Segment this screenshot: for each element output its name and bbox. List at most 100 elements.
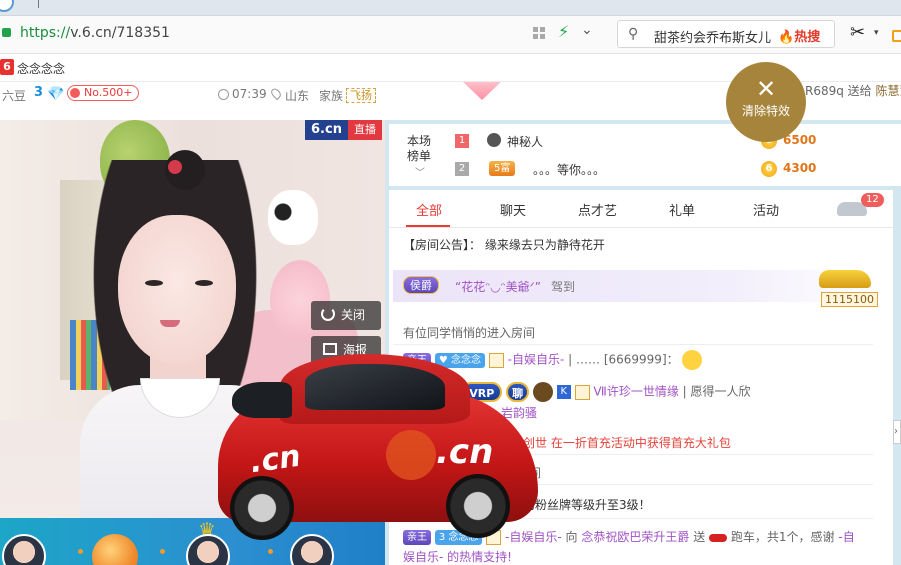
clear-effects-button[interactable]: ✕ 清除特效 [726, 62, 806, 142]
message-thanks[interactable]: -自 [838, 530, 854, 544]
left-eye [145, 280, 163, 286]
rank-badge[interactable]: No.500+ [67, 85, 140, 101]
message-text: | 愿得一人欣 [682, 384, 751, 399]
chat-tabs: 全部 聊天 点才艺 礼单 活动 12 [389, 190, 893, 228]
tab-gift-list[interactable]: 礼单 [669, 200, 695, 219]
power-icon [321, 307, 335, 321]
k-badge: K [556, 385, 571, 399]
message-text: | …… [6669999]： [568, 352, 679, 367]
sports-car-gift-animation: .cn .cn [210, 346, 540, 546]
dot [160, 549, 165, 554]
apps-grid-icon[interactable] [533, 27, 545, 39]
message-send: 送 [693, 530, 706, 544]
emoji-icon [682, 350, 703, 370]
scissors-caret-icon[interactable]: ▾ [874, 28, 879, 38]
rank-value: 4300 [783, 161, 817, 175]
plush-cow [268, 190, 318, 245]
user-level-icon [574, 384, 590, 400]
fan-badge-orb[interactable] [92, 534, 138, 565]
divider [393, 344, 873, 345]
marquis-badge: 侯爵 [403, 276, 439, 294]
watermark-logo: 6.cn [305, 120, 348, 140]
car-brand-logo-icon [386, 430, 436, 480]
gift-notice: R689q 送给 陈慧慧 [805, 82, 901, 99]
rank-user-name: 神秘人 [507, 135, 544, 149]
lock-icon[interactable] [2, 28, 11, 37]
arrival-user[interactable]: “花花ᵔ◡ᵔ美爺ᐟ” [455, 278, 541, 295]
tab-talent[interactable]: 点才艺 [578, 200, 617, 219]
system-message: 创世 在一折首充活动中获得首充大礼包 [523, 434, 731, 451]
gold-car-icon [819, 270, 871, 288]
family-badge[interactable]: 飞扬 [346, 88, 376, 103]
mystery-user-icon [487, 133, 501, 147]
car-wheel [446, 474, 510, 538]
sports-car-icon [709, 533, 728, 542]
diamond-icon: 💎 [47, 86, 65, 102]
browser-address-bar: https://v.6.cn/718351 ⚡ ⌄ ⚲ 甜茶约会乔布斯女儿 🔥热… [0, 16, 901, 54]
right-eye [195, 280, 213, 286]
hot-search-label: 🔥热搜 [778, 30, 821, 45]
ranking-title[interactable]: 本场榜单 [407, 134, 437, 164]
fan-avatar[interactable] [2, 534, 46, 565]
rank-number: 2 [455, 162, 469, 176]
live-time: 07:39 [232, 87, 267, 101]
message-text: 在一折首充活动中获得首充大礼包 [550, 436, 731, 450]
chevron-down-icon[interactable]: ⌄ [581, 22, 593, 38]
gift-notice-text: R689q 送给 [805, 84, 872, 98]
wealth-badge: 5富 [489, 161, 516, 176]
tab-separator [38, 0, 39, 8]
location: 山东 [285, 89, 310, 103]
site-logo-icon[interactable]: 6 [0, 59, 14, 75]
tab-favicon-icon[interactable] [0, 0, 14, 12]
video-watermark: 6.cn 直播 [305, 120, 382, 140]
hair-bow [168, 160, 182, 174]
car-side-brand-text: .cn [247, 438, 303, 481]
watermark-live: 直播 [347, 120, 382, 140]
enter-message: 有位同学悄悄的进入房间 [403, 326, 536, 340]
ranking-row[interactable]: 2 5富 。。。等你。。。 6 4300 [455, 158, 816, 180]
family-label: 家族 [319, 89, 344, 103]
rank-number: 1 [455, 134, 469, 148]
side-panel-toggle-icon[interactable]: › [893, 420, 901, 444]
message-user[interactable]: Ⅶ许珍一世情缘 [593, 385, 678, 399]
url-field[interactable]: https://v.6.cn/718351 [20, 25, 170, 41]
tab-activity[interactable]: 活动 [753, 200, 779, 219]
lightning-icon[interactable]: ⚡ [558, 22, 569, 41]
liudou-count: 3 [34, 85, 44, 100]
scissors-icon[interactable]: ✂ [850, 22, 865, 43]
dot [268, 549, 273, 554]
dot [78, 549, 83, 554]
tab-chat[interactable]: 聊天 [500, 200, 526, 219]
url-path: v.6.cn/718351 [70, 25, 170, 41]
hot-search-text: 热搜 [794, 30, 821, 45]
gift-notice-name[interactable]: 陈慧慧 [876, 84, 901, 98]
arrival-car-count: 1115100 [821, 292, 878, 307]
ranking-box: 本场榜单 ﹀ 1 神秘人 6 6500 2 5富 。。。等你。。。 6 4300 [389, 124, 901, 186]
location-pin-icon [269, 86, 283, 101]
tab-underline [406, 225, 450, 227]
close-video-button[interactable]: 关闭 [311, 301, 381, 330]
coin-icon: 6 [761, 161, 777, 177]
car-wheel [230, 476, 294, 540]
extension-icon[interactable] [892, 30, 901, 42]
room-name: 念念念念 [17, 62, 66, 76]
search-icon: ⚲ [628, 26, 639, 42]
close-video-label: 关闭 [341, 308, 366, 322]
message-continuation: 娱自乐- 的热情支持! [403, 550, 512, 564]
rank-user-name: 。。。等你。。。 [533, 163, 606, 177]
message-target[interactable]: 念恭祝欧巴荣升王爵 [581, 530, 689, 544]
live-room-page: https://v.6.cn/718351 ⚡ ⌄ ⚲ 甜茶约会乔布斯女儿 🔥热… [0, 0, 901, 565]
clear-effects-label: 清除特效 [741, 104, 790, 118]
browser-search-box[interactable]: ⚲ 甜茶约会乔布斯女儿 🔥热搜 [617, 20, 835, 48]
chevron-down-icon[interactable]: ﹀ [415, 164, 425, 179]
url-protocol: https:// [20, 25, 71, 41]
car-windshield [305, 364, 445, 410]
arrival-text: 驾到 [551, 280, 576, 294]
clock-icon [218, 89, 229, 100]
arrival-banner: 侯爵 “花花ᵔ◡ᵔ美爺ᐟ” 驾到 1115100 [393, 270, 878, 307]
message-gift: 跑车，共1个，感谢 [730, 530, 835, 544]
car-side-window [232, 382, 292, 418]
close-icon: ✕ [755, 75, 777, 103]
tab-all[interactable]: 全部 [416, 200, 442, 219]
streamer-face [118, 215, 236, 365]
